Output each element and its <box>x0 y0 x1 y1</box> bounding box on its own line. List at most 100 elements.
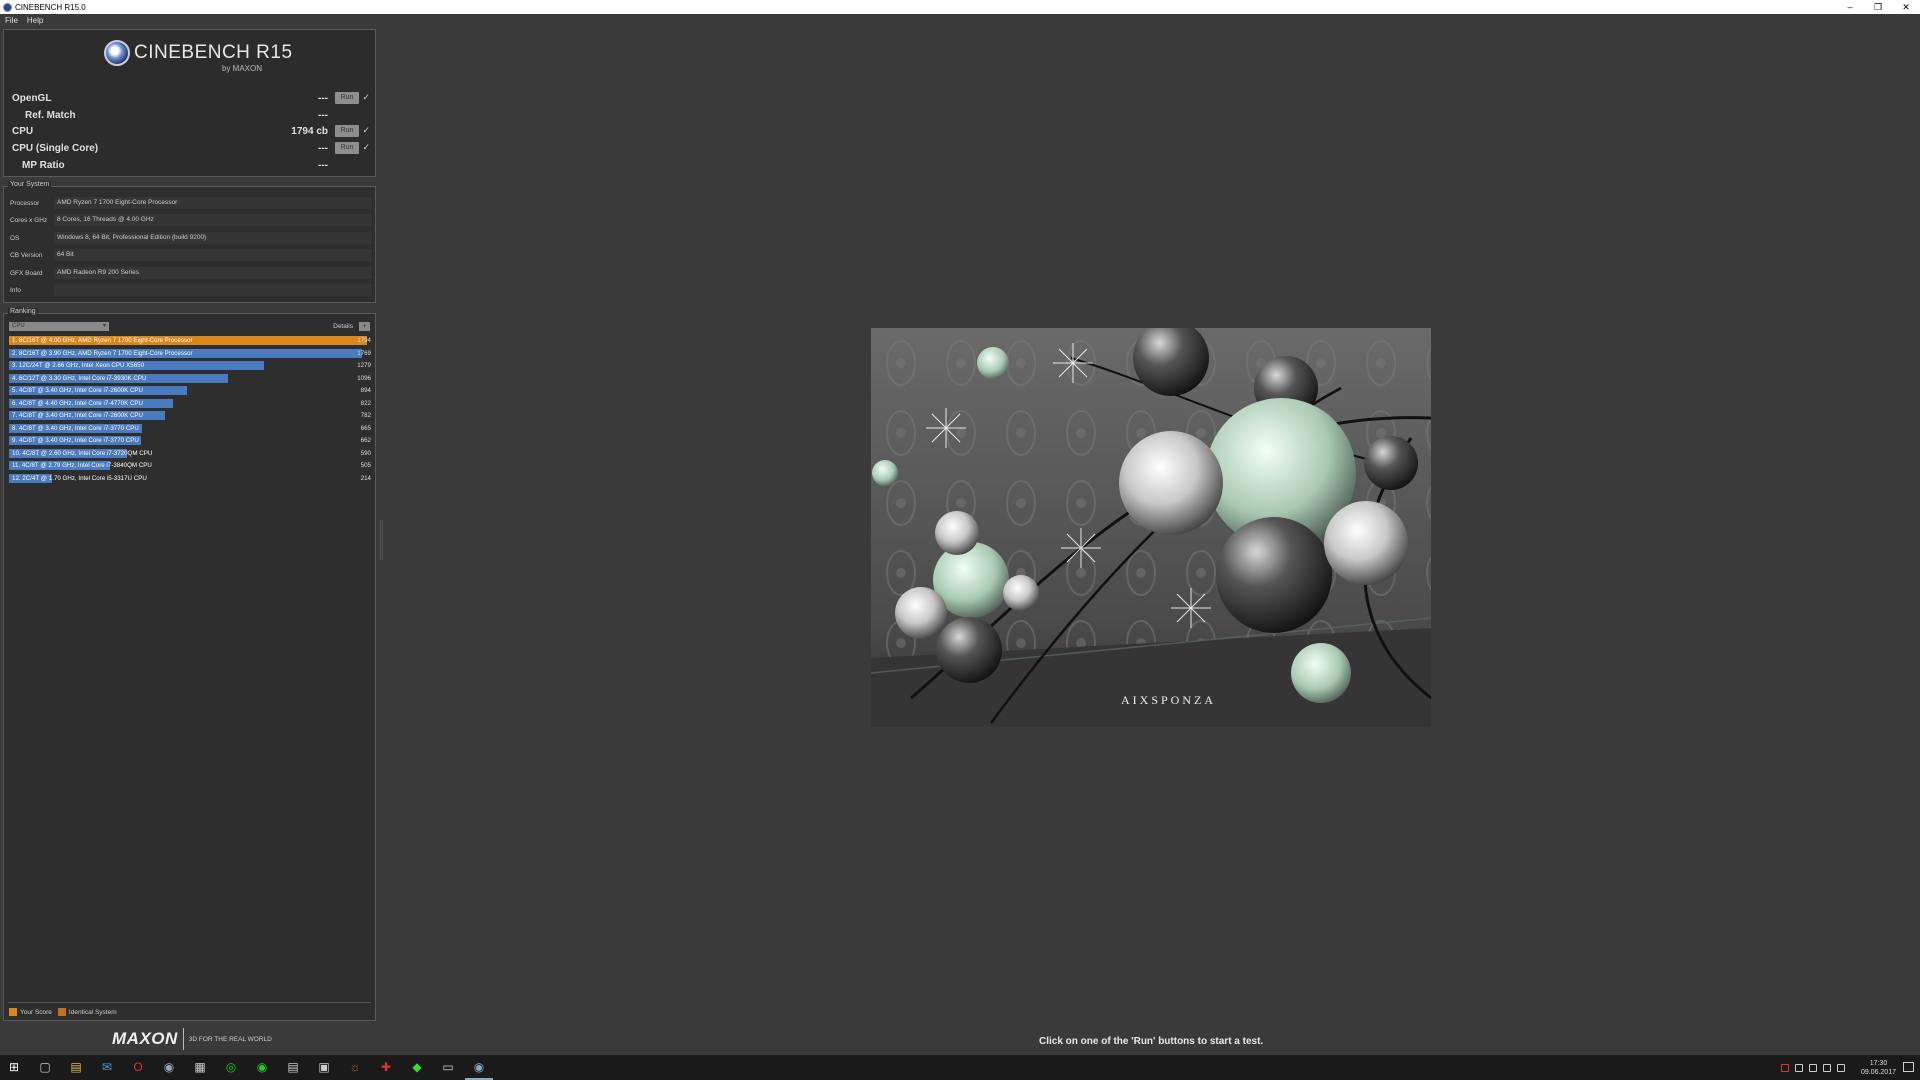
run-cpu-single-button[interactable]: Run <box>335 142 359 154</box>
ranking-row[interactable]: 7. 4C/8T @ 3.40 GHz, Intel Core i7-2600K… <box>9 410 372 421</box>
system-value: Windows 8, 64 Bit, Professional Edition … <box>54 232 372 244</box>
status-message: Click on one of the 'Run' buttons to sta… <box>1039 1036 1264 1047</box>
tray-volume-icon[interactable] <box>1836 1063 1845 1072</box>
system-label: Processor <box>10 200 40 207</box>
nvidia-icon[interactable]: ◆ <box>409 1059 425 1075</box>
ranking-row[interactable]: 5. 4C/8T @ 3.40 GHz, Intel Core i7-2600K… <box>9 385 372 396</box>
test-value: --- <box>318 143 328 154</box>
taskbar: ⊞ ▢ ▤ ✉ O ◉ ▦ ◎ ◉ ▤ ▣ ☼ ✚ ◆ ▭ ◉ 17:30 09.06.2017 <box>0 1055 1920 1080</box>
ranking-row-label: 6. 4C/8T @ 4.40 GHz, Intel Core i7-4770K… <box>12 399 144 407</box>
ranking-row[interactable]: 12. 2C/4T @ 1.70 GHz, Intel Core i5-3317… <box>9 473 372 484</box>
ranking-row[interactable]: 6. 4C/8T @ 4.40 GHz, Intel Core i7-4770K… <box>9 398 372 409</box>
system-row: Cores x GHz 8 Cores, 16 Threads @ 4.00 G… <box>8 213 372 227</box>
system-row: GFX Board AMD Radeon R9 200 Series <box>8 266 372 280</box>
opera-icon[interactable]: O <box>130 1059 146 1075</box>
legend-your-score: Your Score <box>20 1008 52 1016</box>
tray-alert-icon[interactable] <box>1780 1063 1789 1072</box>
taskbar-clock[interactable]: 17:30 09.06.2017 <box>1861 1059 1896 1077</box>
ranking-row[interactable]: 9. 4C/8T @ 3.40 GHz, Intel Core i7-3770 … <box>9 435 372 446</box>
ranking-row-label: 10. 4C/8T @ 2.60 GHz, Intel Core i7-3720… <box>12 449 153 457</box>
steam-icon[interactable]: ◉ <box>161 1059 177 1075</box>
your-system-panel: Your System Processor AMD Ryzen 7 1700 E… <box>3 181 376 303</box>
ranking-type-select[interactable]: CPU ▾ <box>9 322 109 331</box>
ranking-row-score: 1279 <box>357 362 371 369</box>
run-opengl-button[interactable]: Run <box>335 92 359 104</box>
ranking-row[interactable]: 4. 6C/12T @ 3.30 GHz, Intel Core i7-3930… <box>9 373 372 384</box>
notification-center-icon[interactable] <box>1903 1062 1914 1072</box>
logo-by: by MAXON <box>222 64 263 73</box>
render-watermark: AIXSPONZA <box>1121 693 1216 707</box>
restore-button[interactable]: ❐ <box>1864 0 1892 14</box>
close-button[interactable]: ✕ <box>1892 0 1920 14</box>
ranking-select-value: CPU <box>12 323 25 329</box>
ranking-row-label: 5. 4C/8T @ 3.40 GHz, Intel Core i7-2600K… <box>12 387 144 394</box>
ranking-row-score: 822 <box>360 399 371 407</box>
test-value: --- <box>318 93 328 104</box>
tool-icon[interactable]: ☼ <box>347 1059 363 1075</box>
logo-divider <box>182 1028 184 1050</box>
test-row-mp-ratio: MP Ratio --- <box>8 159 373 173</box>
test-label: MP Ratio <box>22 160 65 171</box>
window-titlebar: CINEBENCH R15.0 – ❐ ✕ <box>0 0 1920 14</box>
legend-divider <box>8 1002 371 1003</box>
ranking-row-score: 665 <box>360 424 371 432</box>
minimize-button[interactable]: – <box>1836 0 1864 14</box>
tray-network-icon[interactable] <box>1822 1063 1831 1072</box>
ranking-row[interactable]: 10. 4C/8T @ 2.60 GHz, Intel Core i7-3720… <box>9 448 372 459</box>
window-icon[interactable]: ▭ <box>440 1059 456 1075</box>
window-controls: – ❐ ✕ <box>1836 0 1920 14</box>
details-toggle-button[interactable]: + <box>359 322 370 331</box>
cinebench-icon[interactable]: ◉ <box>471 1059 487 1075</box>
mail-icon[interactable]: ✉ <box>99 1059 115 1075</box>
maxon-logo: MAXON <box>112 1029 178 1048</box>
system-tray: 17:30 09.06.2017 <box>1780 1055 1896 1080</box>
ranking-row-score: 662 <box>360 437 371 444</box>
render-preview: AIXSPONZA <box>871 328 1431 727</box>
checkmark-icon[interactable]: ✓ <box>362 142 370 153</box>
ranking-row-score: 214 <box>360 474 371 482</box>
ranking-row[interactable]: 11. 4C/8T @ 2.79 GHz, Intel Core i7-3840… <box>9 460 372 471</box>
ranking-row-label: 1. 8C/16T @ 4.00 GHz, AMD Ryzen 7 1700 E… <box>12 337 193 344</box>
ranking-row[interactable]: 2. 8C/16T @ 3.90 GHz, AMD Ryzen 7 1700 E… <box>9 348 372 359</box>
ranking-row-score: 1096 <box>357 374 371 382</box>
panel-splitter-handle[interactable] <box>380 520 383 560</box>
system-label: OS <box>10 235 20 242</box>
folder-app-icon[interactable]: ▣ <box>316 1059 332 1075</box>
system-value: 64 Bit <box>54 249 372 261</box>
windows-start-icon[interactable]: ⊞ <box>6 1059 22 1075</box>
menu-file[interactable]: File <box>5 16 18 25</box>
task-view-icon[interactable]: ▢ <box>37 1059 53 1075</box>
ranking-row-label: 11. 4C/8T @ 2.79 GHz, Intel Core i7-3840… <box>12 462 152 469</box>
ranking-row-label: 4. 6C/12T @ 3.30 GHz, Intel Core i7-3930… <box>12 374 147 382</box>
checkmark-icon[interactable]: ✓ <box>362 92 370 103</box>
test-value: --- <box>318 160 328 171</box>
ranking-row[interactable]: 3. 12C/24T @ 2.66 GHz, Intel Xeon CPU X5… <box>9 360 372 371</box>
store-icon[interactable]: ▤ <box>285 1059 301 1075</box>
clock-date: 09.06.2017 <box>1860 1068 1896 1076</box>
test-value: --- <box>318 110 328 121</box>
ranking-row-label: 9. 4C/8T @ 3.40 GHz, Intel Core i7-3770 … <box>12 437 139 444</box>
system-value: AMD Radeon R9 200 Series <box>54 267 372 279</box>
tray-battery-icon[interactable] <box>1808 1063 1817 1072</box>
cinebench-logo: CINEBENCH R15 <box>104 40 293 66</box>
chevron-down-icon: ▾ <box>102 323 106 329</box>
calculator-icon[interactable]: ▦ <box>192 1059 208 1075</box>
test-value: 1794 cb <box>291 126 328 137</box>
checkmark-icon[interactable]: ✓ <box>362 125 370 136</box>
file-explorer-icon[interactable]: ▤ <box>68 1059 84 1075</box>
run-cpu-button[interactable]: Run <box>335 125 359 137</box>
game-icon[interactable]: ✚ <box>378 1059 394 1075</box>
menu-bar: File Help <box>0 14 1920 27</box>
test-row-opengl: OpenGL --- Run ✓ <box>8 92 373 106</box>
info-field[interactable] <box>54 284 372 296</box>
spotify-icon[interactable]: ◉ <box>254 1059 270 1075</box>
ranking-row[interactable]: 8. 4C/8T @ 3.40 GHz, Intel Core i7-3770 … <box>9 423 372 434</box>
ranking-row[interactable]: 1. 8C/16T @ 4.00 GHz, AMD Ryzen 7 1700 E… <box>9 335 372 346</box>
ranking-row-score: 505 <box>360 462 371 469</box>
test-row-cpu: CPU 1794 cb Run ✓ <box>8 125 373 139</box>
tests-panel: CINEBENCH R15 by MAXON OpenGL --- Run ✓ … <box>3 29 376 177</box>
maxon-tagline: 3D FOR THE REAL WORLD <box>188 1035 272 1043</box>
menu-help[interactable]: Help <box>27 16 43 25</box>
tray-usb-icon[interactable] <box>1794 1063 1803 1072</box>
whatsapp-icon[interactable]: ◎ <box>223 1059 239 1075</box>
